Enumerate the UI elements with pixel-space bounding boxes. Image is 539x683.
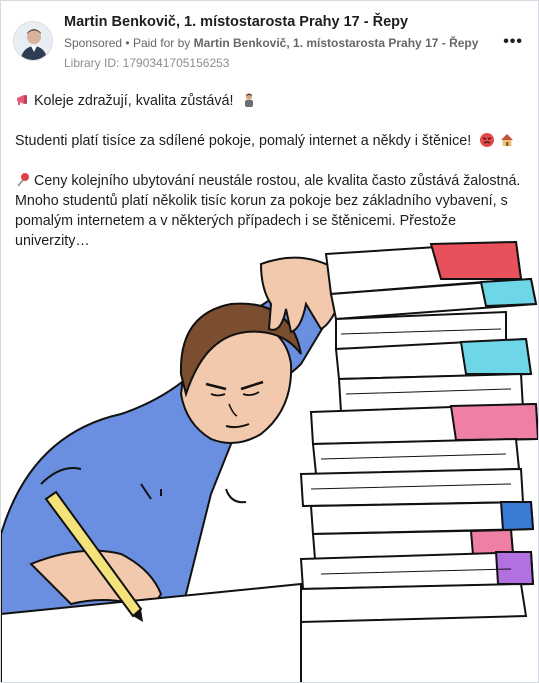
post-subheadline: Studenti platí tisíce za sdílené pokoje,… (15, 133, 472, 149)
post-body-line-1: Ceny kolejního ubytování neustále rostou… (34, 173, 521, 189)
separator-dot: • (125, 36, 133, 50)
post-line-3: Ceny kolejního ubytování neustále rostou… (15, 171, 527, 191)
person-icon (245, 93, 254, 107)
post-line-2: Studenti platí tisíce za sdílené pokoje,… (15, 131, 527, 151)
author-name[interactable]: Martin Benkovič, 1. místostarosta Prahy … (64, 14, 408, 30)
megaphone-icon (17, 95, 27, 105)
post-line-4: Mnoho studentů platí několik tisíc korun… (15, 193, 508, 209)
angry-face-icon (480, 133, 495, 147)
avatar-photo (14, 22, 52, 60)
post-header: Martin Benkovič, 1. místostarosta Prahy … (13, 11, 533, 71)
more-options-button[interactable]: ••• (503, 33, 523, 51)
ad-post-card: Martin Benkovič, 1. místostarosta Prahy … (0, 0, 539, 683)
book-stack (299, 240, 538, 624)
pushpin-icon (17, 173, 29, 187)
house-icon (501, 134, 514, 146)
author-avatar[interactable] (13, 21, 53, 61)
paid-for-prefix: Paid for by (132, 36, 191, 50)
post-headline: Koleje zdražují, kvalita zůstává! (34, 93, 234, 109)
paid-for-name[interactable]: Martin Benkovič, 1. místostarosta Prahy … (194, 36, 479, 50)
sponsored-line: Sponsored • Paid for by Martin Benkovič,… (64, 36, 478, 50)
library-id: Library ID: 1790341705156253 (64, 56, 230, 70)
student-books-illustration[interactable] (1, 234, 539, 683)
sponsored-label[interactable]: Sponsored (64, 36, 122, 50)
post-line-1: Koleje zdražují, kvalita zůstává! (15, 91, 527, 111)
post-text: Koleje zdražují, kvalita zůstává! Studen… (15, 91, 527, 251)
